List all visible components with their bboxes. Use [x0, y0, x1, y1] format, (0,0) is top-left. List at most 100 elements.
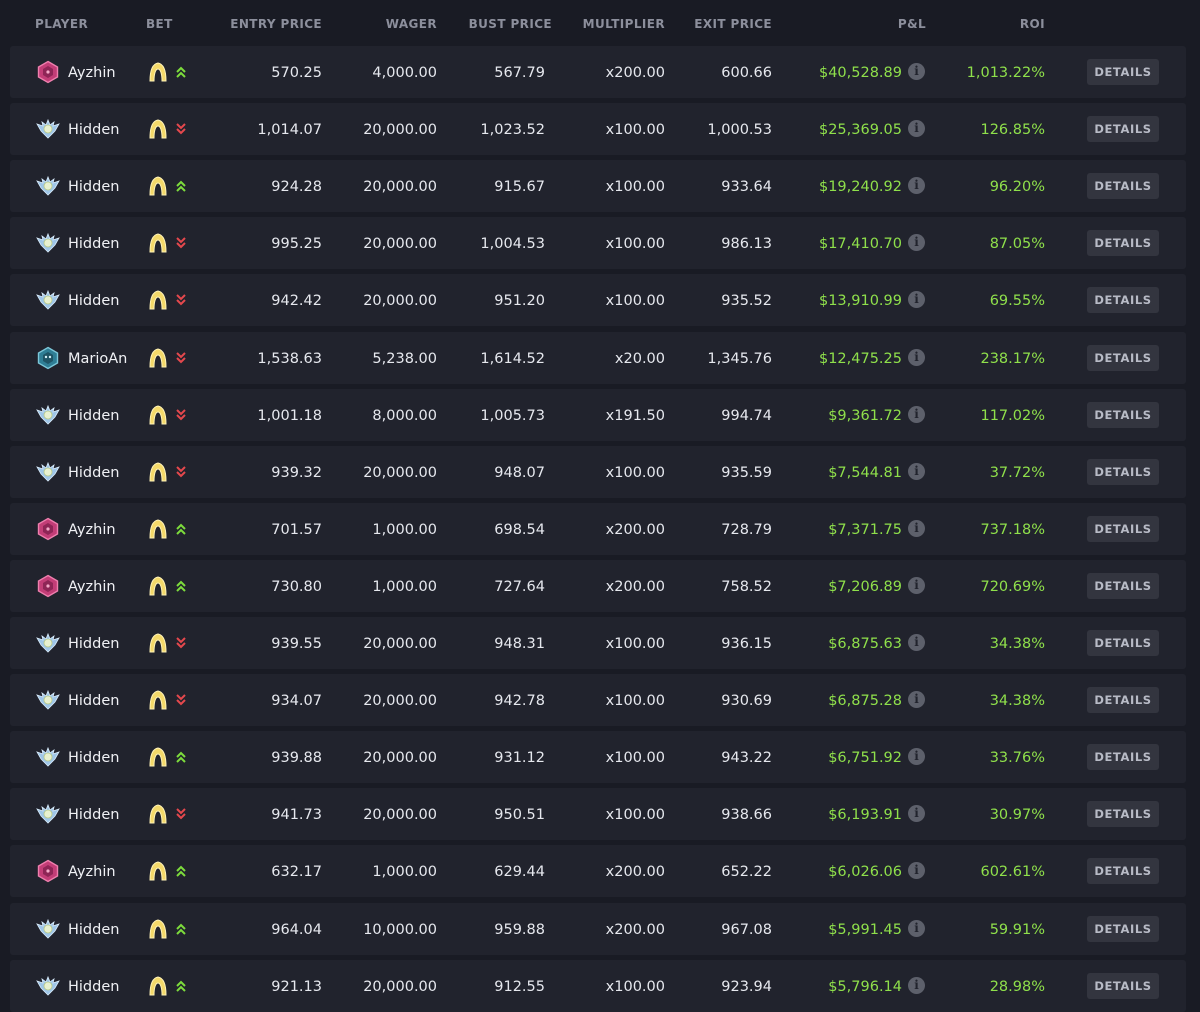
info-icon[interactable]: i [908, 862, 925, 880]
table-row[interactable]: Hidden 942.42 20,000.00 951.20 x100.00 935.52… [10, 274, 1186, 327]
player-name[interactable]: Ayzhin [68, 64, 116, 82]
rocket-bet-icon [147, 61, 169, 83]
info-icon[interactable]: i [908, 348, 925, 366]
info-icon[interactable]: i [908, 634, 925, 651]
details-button[interactable]: DETAILS [1087, 630, 1159, 656]
details-button[interactable]: DETAILS [1087, 116, 1159, 143]
details-button[interactable]: DETAILS [1087, 572, 1159, 599]
player-name[interactable]: Hidden [68, 692, 119, 710]
player-name[interactable]: Hidden [68, 235, 119, 253]
info-icon[interactable]: i [908, 63, 925, 80]
player-name[interactable]: Hidden [68, 978, 119, 996]
bust-price: 948.07 [494, 464, 545, 481]
table-row[interactable]: Hidden 995.25 20,000.00 1,004.53 x100.00 986.… [10, 217, 1186, 270]
roi-value: 30.97% [989, 807, 1045, 824]
player-name[interactable]: Hidden [68, 178, 119, 196]
info-icon[interactable]: i [908, 691, 925, 709]
header-multiplier[interactable]: MULTIPLIER [583, 17, 665, 31]
table-row[interactable]: MarioAn 1,538.63 5,238.00 1,614.52 x20.00 1,3… [10, 331, 1186, 384]
info-icon[interactable]: i [908, 405, 925, 423]
details-button[interactable]: DETAILS [1087, 173, 1159, 200]
info-icon[interactable]: i [908, 291, 925, 309]
table-row[interactable]: Ayzhin 632.17 1,000.00 629.44 x200.00 652.22 $… [10, 845, 1186, 898]
details-button[interactable]: DETAILS [1087, 230, 1159, 257]
table-row[interactable]: Hidden 939.88 20,000.00 931.12 x100.00 943.22… [10, 731, 1186, 784]
details-button[interactable]: DETAILS [1087, 515, 1159, 542]
player-name[interactable]: Ayzhin [68, 578, 116, 596]
table-row[interactable]: Hidden 934.07 20,000.00 942.78 x100.00 930.69… [10, 674, 1186, 727]
info-icon[interactable]: i [908, 919, 925, 937]
details-button[interactable]: DETAILS [1087, 287, 1159, 314]
info-icon[interactable]: i [908, 976, 925, 994]
header-wager[interactable]: WAGER [386, 17, 437, 31]
info-icon[interactable]: i [908, 519, 925, 537]
header-pnl[interactable]: P&L [898, 17, 926, 31]
details-button[interactable]: DETAILS [1087, 458, 1159, 485]
table-row[interactable]: Hidden 924.28 20,000.00 915.67 x100.00 933.64… [10, 160, 1186, 213]
player-name[interactable]: Ayzhin [68, 521, 116, 539]
header-bust-price[interactable]: BUST PRICE [469, 17, 552, 31]
rocket-bet-icon [147, 289, 169, 311]
multiplier: x100.00 [605, 293, 665, 310]
table-row[interactable]: Ayzhin 701.57 1,000.00 698.54 x200.00 728.79 $… [10, 502, 1186, 555]
details-button[interactable]: DETAILS [1087, 915, 1159, 942]
table-row[interactable]: Hidden 1,001.18 8,000.00 1,005.73 x191.50 994… [10, 388, 1186, 441]
header-roi[interactable]: ROI [1020, 17, 1045, 31]
info-icon[interactable]: i [908, 805, 925, 823]
roi-value: 1,013.22% [966, 65, 1045, 81]
table-row[interactable]: Hidden 939.32 20,000.00 948.07 x100.00 935.59… [10, 445, 1186, 498]
info-icon[interactable]: i [908, 462, 925, 480]
wager: 10,000.00 [363, 921, 437, 938]
player-name[interactable]: Hidden [68, 464, 119, 482]
details-button[interactable]: DETAILS [1087, 59, 1159, 85]
table-row[interactable]: Ayzhin 730.80 1,000.00 727.64 x200.00 758.52 $… [10, 559, 1186, 612]
player-name[interactable]: Hidden [68, 806, 119, 824]
header-bet[interactable]: BET [146, 17, 173, 31]
roi-value: 96.20% [989, 179, 1045, 196]
table-row[interactable]: Hidden 1,014.07 20,000.00 1,023.52 x100.00 1,… [10, 103, 1186, 156]
player-name[interactable]: Hidden [68, 749, 119, 767]
wager: 20,000.00 [363, 636, 437, 652]
multiplier: x100.00 [605, 807, 665, 824]
header-player[interactable]: PLAYER [35, 17, 88, 31]
header-entry-price[interactable]: ENTRY PRICE [230, 17, 322, 31]
entry-price: 939.88 [271, 750, 322, 767]
multiplier: x100.00 [605, 179, 665, 196]
player-name[interactable]: Hidden [68, 121, 119, 139]
table-row[interactable]: Hidden 921.13 20,000.00 912.55 x100.00 923.94… [10, 959, 1186, 1012]
details-button[interactable]: DETAILS [1087, 744, 1159, 771]
roi-value: 34.38% [989, 693, 1045, 710]
details-button[interactable]: DETAILS [1087, 972, 1159, 999]
details-button[interactable]: DETAILS [1087, 687, 1159, 714]
bust-price: 931.12 [494, 750, 545, 767]
info-icon[interactable]: i [908, 748, 925, 766]
entry-price: 570.25 [271, 65, 322, 81]
winged-badge-icon [36, 460, 60, 484]
player-name[interactable]: Hidden [68, 635, 119, 653]
table-row[interactable]: Hidden 939.55 20,000.00 948.31 x100.00 936.15… [10, 617, 1186, 669]
details-button[interactable]: DETAILS [1087, 858, 1159, 885]
info-icon[interactable]: i [908, 576, 925, 594]
winged-badge-icon [36, 974, 60, 998]
player-name[interactable]: Hidden [68, 407, 119, 425]
details-button[interactable]: DETAILS [1087, 344, 1159, 371]
player-name[interactable]: Hidden [68, 292, 119, 310]
table-row[interactable]: Hidden 941.73 20,000.00 950.51 x100.00 938.66… [10, 788, 1186, 841]
info-icon[interactable]: i [908, 120, 925, 138]
details-button[interactable]: DETAILS [1087, 401, 1159, 428]
details-button[interactable]: DETAILS [1087, 801, 1159, 828]
player-name[interactable]: MarioAn [68, 350, 127, 368]
wager: 1,000.00 [372, 864, 437, 881]
player-name[interactable]: Hidden [68, 921, 119, 939]
wager: 20,000.00 [363, 236, 437, 253]
pnl-value: $5,991.45 [828, 921, 902, 938]
header-exit-price[interactable]: EXIT PRICE [694, 17, 772, 31]
table-row[interactable]: Ayzhin 570.25 4,000.00 567.79 x200.00 600.66 $… [10, 46, 1186, 98]
table-row[interactable]: Hidden 964.04 10,000.00 959.88 x200.00 967.08… [10, 902, 1186, 955]
entry-price: 1,014.07 [257, 122, 322, 139]
player-name[interactable]: Ayzhin [68, 863, 116, 881]
roi-value: 720.69% [980, 578, 1045, 595]
info-icon[interactable]: i [908, 234, 925, 252]
exit-price: 1,000.53 [707, 122, 772, 139]
info-icon[interactable]: i [908, 177, 925, 195]
